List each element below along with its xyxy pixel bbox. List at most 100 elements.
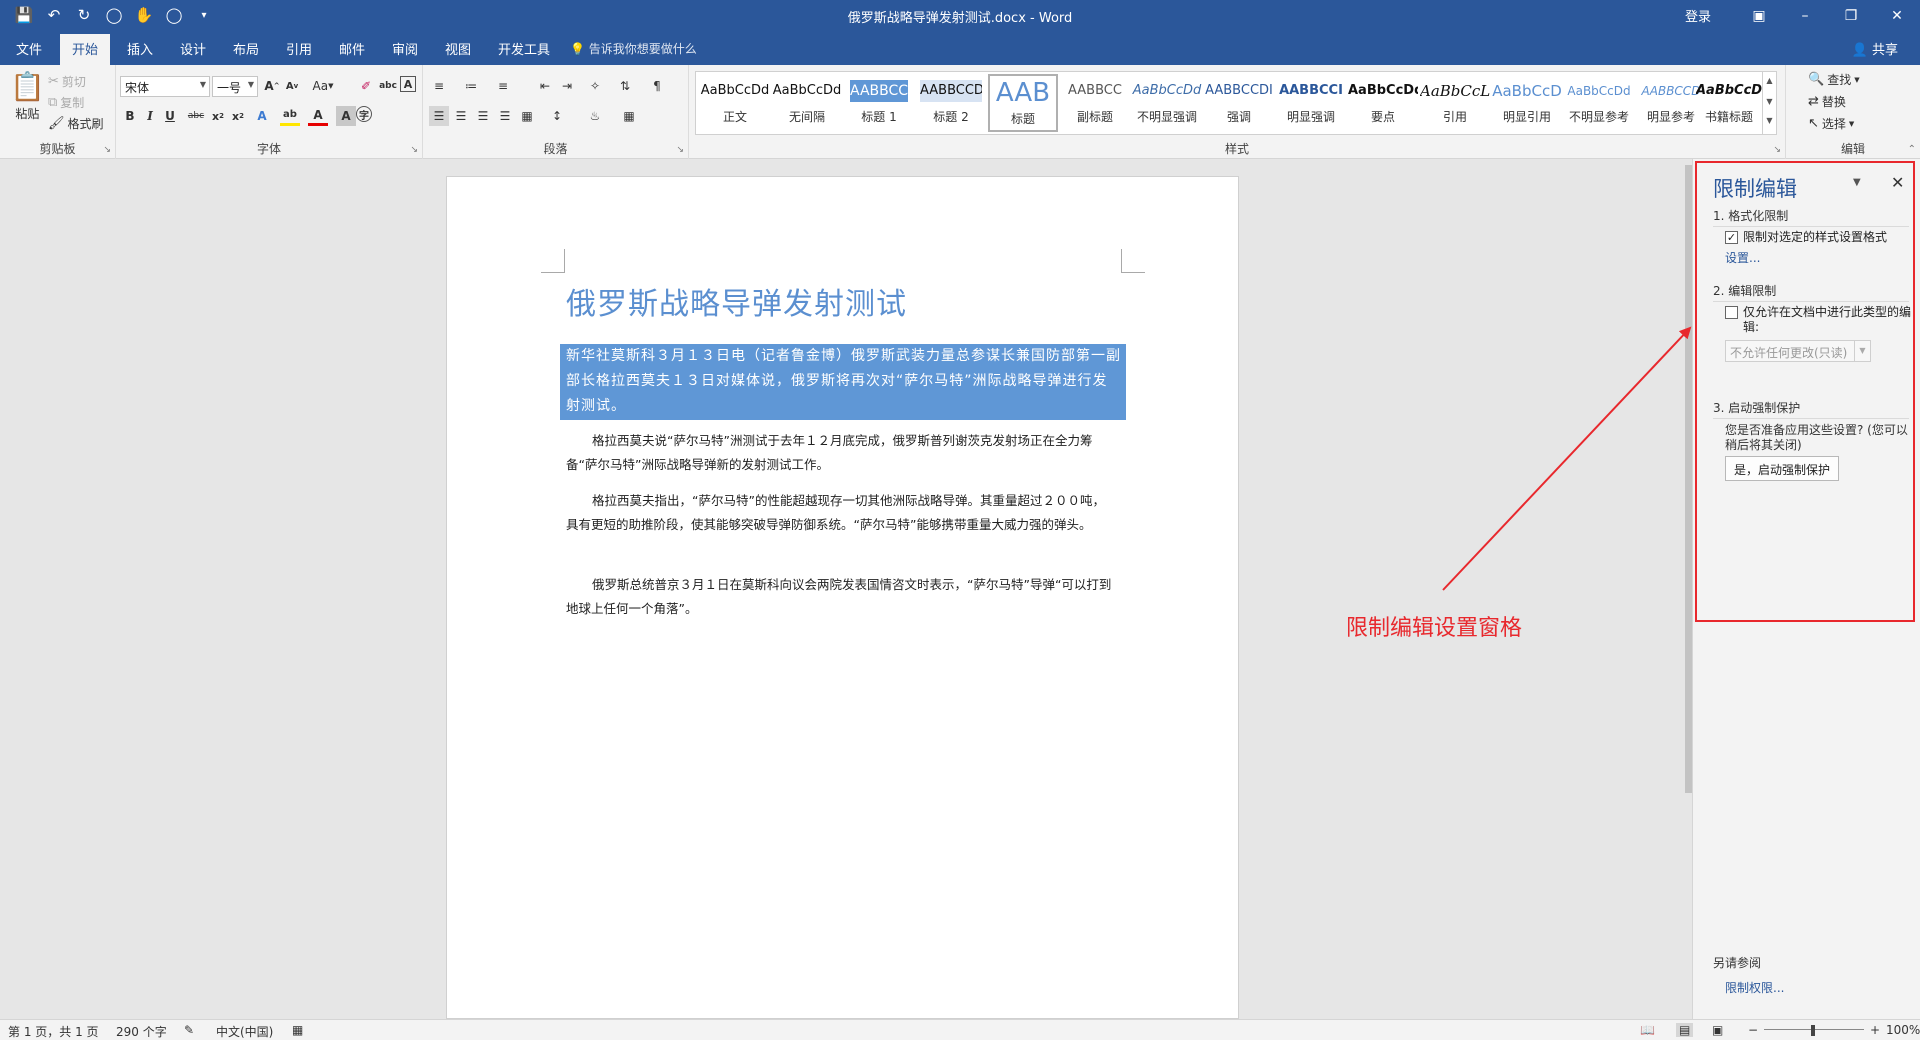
- style-subtle-emphasis[interactable]: AaBbCcDd 不明显强调: [1132, 74, 1202, 132]
- selected-paragraph[interactable]: 新华社莫斯科３月１３日电（记者鲁金博）俄罗斯武装力量总参谋长兼国防部第一副部长格…: [560, 344, 1126, 420]
- style-emphasis[interactable]: AABBCCDI 强调: [1204, 74, 1274, 132]
- increase-indent-icon[interactable]: ⇥: [557, 76, 577, 96]
- change-case-button[interactable]: Aa ▼: [308, 76, 338, 96]
- style-heading1[interactable]: AABBCC 标题 1: [844, 74, 914, 132]
- restrict-permission-link[interactable]: 限制权限...: [1725, 979, 1784, 996]
- dialog-launcher-icon[interactable]: ↘: [676, 145, 684, 155]
- enclose-char-icon[interactable]: 字: [356, 106, 372, 122]
- language-indicator[interactable]: 中文(中国): [216, 1023, 273, 1040]
- align-right-icon[interactable]: ☰: [473, 106, 493, 126]
- shrink-font-icon[interactable]: Av: [282, 76, 302, 96]
- align-left-icon[interactable]: ☰: [429, 106, 449, 126]
- tab-insert[interactable]: 插入: [127, 39, 153, 58]
- bold-icon[interactable]: B: [120, 106, 140, 126]
- zoom-out-icon[interactable]: −: [1748, 1023, 1758, 1037]
- login-button[interactable]: 登录: [1668, 0, 1728, 31]
- borders-icon[interactable]: ▦: [619, 106, 639, 126]
- close-icon[interactable]: ✕: [1874, 0, 1920, 31]
- edit-type-select[interactable]: 不允许任何更改(只读) ▼: [1725, 340, 1871, 362]
- grow-font-icon[interactable]: A ^: [262, 76, 282, 96]
- format-painter-button[interactable]: 🖌 格式刷: [48, 115, 104, 132]
- dialog-launcher-icon[interactable]: ↘: [1773, 145, 1781, 155]
- superscript-icon[interactable]: x2: [228, 106, 248, 126]
- read-mode-icon[interactable]: 📖: [1640, 1023, 1655, 1037]
- pane-options-icon[interactable]: ▼: [1853, 177, 1861, 188]
- tab-references[interactable]: 引用: [286, 39, 312, 58]
- distributed-icon[interactable]: ▦: [517, 106, 537, 126]
- word-count[interactable]: 290 个字: [116, 1023, 167, 1040]
- macro-record-icon[interactable]: ▦: [292, 1023, 303, 1037]
- style-subtitle[interactable]: AABBCC 副标题: [1060, 74, 1130, 132]
- zoom-in-icon[interactable]: +: [1870, 1023, 1880, 1037]
- tab-review[interactable]: 审阅: [392, 39, 418, 58]
- sort-icon[interactable]: ⇅: [615, 76, 635, 96]
- minimize-icon[interactable]: –: [1782, 0, 1828, 31]
- style-heading2[interactable]: AABBCCD 标题 2: [916, 74, 986, 132]
- scrollbar-thumb[interactable]: [1685, 165, 1692, 793]
- shading-icon[interactable]: ♨: [585, 106, 605, 126]
- underline-icon[interactable]: U: [160, 106, 180, 126]
- decrease-indent-icon[interactable]: ⇤: [535, 76, 555, 96]
- chevron-up-icon[interactable]: ▲: [1766, 76, 1772, 85]
- numbering-icon[interactable]: ≔: [461, 76, 481, 96]
- phonetic-guide-icon[interactable]: abc: [378, 76, 398, 96]
- style-strong[interactable]: AaBbCcDd 要点: [1348, 74, 1418, 132]
- text-effects-icon[interactable]: A: [252, 106, 272, 126]
- style-title[interactable]: AAB 标题: [988, 74, 1058, 132]
- strikethrough-icon[interactable]: abc: [186, 106, 206, 126]
- clear-format-icon[interactable]: ✐: [356, 76, 376, 96]
- allow-editing-checkbox[interactable]: 仅允许在文档中进行此类型的编辑:: [1725, 305, 1911, 335]
- char-shading-icon[interactable]: A: [336, 106, 356, 126]
- restore-icon[interactable]: ❐: [1828, 0, 1874, 31]
- print-layout-icon[interactable]: ▤: [1676, 1023, 1694, 1037]
- dialog-launcher-icon[interactable]: ↘: [410, 145, 418, 155]
- style-normal[interactable]: AaBbCcDd 正文: [700, 74, 770, 132]
- chevron-down-icon[interactable]: ▼: [1766, 97, 1772, 106]
- document-title[interactable]: 俄罗斯战略导弹发射测试: [566, 279, 907, 323]
- font-name-combo[interactable]: 宋体 ▼: [120, 76, 210, 97]
- tab-home[interactable]: 开始: [60, 34, 111, 65]
- collapse-ribbon-icon[interactable]: ⌃: [1908, 144, 1916, 155]
- share-button[interactable]: 👤 共享: [1852, 39, 1898, 58]
- tab-design[interactable]: 设计: [180, 39, 206, 58]
- find-button[interactable]: 🔍 查找 ▼: [1808, 71, 1860, 88]
- style-book-title[interactable]: AaBbCcDd 书籍标题: [1696, 74, 1762, 132]
- tab-developer[interactable]: 开发工具: [498, 39, 550, 58]
- body-paragraph[interactable]: 俄罗斯总统普京３月１日在莫斯科向议会两院发表国情咨文时表示，“萨尔马特”导弹“可…: [566, 573, 1114, 621]
- body-paragraph[interactable]: 格拉西莫夫指出，“萨尔马特”的性能超越现存一切其他洲际战略导弹。其重量超过２００…: [566, 489, 1114, 537]
- start-enforcement-button[interactable]: 是，启动强制保护: [1725, 456, 1840, 481]
- vertical-scrollbar[interactable]: [1685, 159, 1692, 1019]
- copy-button[interactable]: ⧉ 复制: [48, 94, 84, 111]
- style-intense-emphasis[interactable]: AABBCCI 明显强调: [1276, 74, 1346, 132]
- show-marks-icon[interactable]: ¶: [647, 76, 667, 96]
- document-page[interactable]: 俄罗斯战略导弹发射测试 新华社莫斯科３月１３日电（记者鲁金博）俄罗斯武装力量总参…: [446, 176, 1239, 1019]
- style-quote[interactable]: AaBbCcL 引用: [1420, 74, 1490, 132]
- dialog-launcher-icon[interactable]: ↘: [103, 145, 111, 155]
- proofing-icon[interactable]: ✎: [184, 1023, 194, 1037]
- line-spacing-icon[interactable]: ↕: [547, 106, 567, 126]
- multilevel-list-icon[interactable]: ≡: [493, 76, 513, 96]
- align-center-icon[interactable]: ☰: [451, 106, 471, 126]
- italic-icon[interactable]: I: [140, 106, 160, 126]
- replace-button[interactable]: ⇄ 替换: [1808, 93, 1846, 110]
- gallery-scroll[interactable]: ▲ ▼ ▼: [1762, 72, 1776, 134]
- limit-formatting-checkbox[interactable]: ✓ 限制对选定的样式设置格式: [1725, 230, 1911, 245]
- cut-button[interactable]: ✂ 剪切: [48, 73, 86, 90]
- highlight-icon[interactable]: ab: [280, 106, 300, 126]
- font-color-icon[interactable]: A: [308, 106, 328, 126]
- tab-file[interactable]: 文件: [16, 39, 42, 58]
- web-layout-icon[interactable]: ▣: [1712, 1023, 1723, 1037]
- style-no-spacing[interactable]: AaBbCcDd 无间隔: [772, 74, 842, 132]
- justify-icon[interactable]: ☰: [495, 106, 515, 126]
- chinese-layout-icon[interactable]: ✧: [585, 76, 605, 96]
- settings-link[interactable]: 设置...: [1725, 249, 1760, 266]
- char-border-icon[interactable]: A: [400, 76, 416, 92]
- tab-mailings[interactable]: 邮件: [339, 39, 365, 58]
- bullets-icon[interactable]: ≡: [429, 76, 449, 96]
- tab-layout[interactable]: 布局: [233, 39, 259, 58]
- close-icon[interactable]: ✕: [1891, 173, 1904, 192]
- font-size-combo[interactable]: 一号 ▼: [212, 76, 258, 97]
- paste-button[interactable]: 📋 粘贴: [10, 71, 45, 122]
- gallery-more-icon[interactable]: ▼: [1766, 116, 1772, 125]
- zoom-level[interactable]: 100%: [1886, 1023, 1920, 1037]
